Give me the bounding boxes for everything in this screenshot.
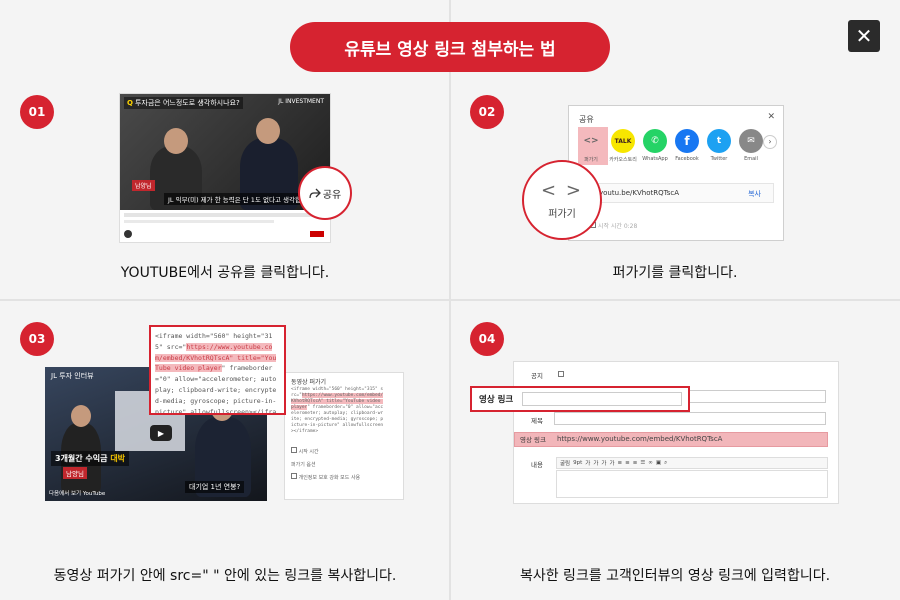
size-select[interactable]: 9pt xyxy=(573,460,582,466)
video-title-line xyxy=(124,213,324,217)
font-select[interactable]: 굴림 xyxy=(560,459,570,467)
dialog-close-icon[interactable]: ✕ xyxy=(767,112,775,122)
share-url-field[interactable]: youtu.be/KVhotRQTscA 복사 xyxy=(590,183,774,203)
share-url-text: youtu.be/KVhotRQTscA xyxy=(599,189,679,197)
step-number-1: 01 xyxy=(20,95,54,129)
interviewee-head xyxy=(164,128,188,154)
share-arrow-icon xyxy=(309,188,321,198)
whatsapp-icon: ✆ xyxy=(643,129,667,153)
step-caption-4: 복사한 링크를 고객인터뷰의 영상 링크에 입력합니다. xyxy=(519,568,831,584)
strike-icon[interactable]: 가 xyxy=(609,459,614,467)
video-meta-line xyxy=(124,220,274,223)
video-link-label: 영상 링크 xyxy=(520,436,546,444)
panel-privacy-option[interactable]: 개인정보 보호 강화 모드 사용 xyxy=(291,473,360,481)
underline-icon[interactable]: 가 xyxy=(601,459,606,467)
app-facebook[interactable]: f Facebook xyxy=(674,129,700,163)
speaker-left-head xyxy=(71,405,91,427)
email-icon: ✉ xyxy=(739,129,763,153)
share-label: 공유 xyxy=(322,189,342,201)
image-icon[interactable]: ▣ xyxy=(656,460,661,466)
content-editor[interactable] xyxy=(556,470,828,498)
share-apps-row: <> 퍼가기 TALK 카카오스토리 ✆ WhatsApp f Facebook… xyxy=(578,129,764,163)
copy-button[interactable]: 복사 xyxy=(748,189,761,199)
panel-options-title: 퍼가기 옵션 xyxy=(291,462,316,468)
content-label: 내용 xyxy=(531,461,543,469)
embed-code-panel: 동영상 퍼가기 <iframe width="560" height="315"… xyxy=(284,372,404,500)
kakaotalk-icon: TALK xyxy=(611,129,635,153)
app-twitter[interactable]: t Twitter xyxy=(706,129,732,163)
video-subtitle: 대기업 1년 연봉? xyxy=(185,481,245,493)
list-icon[interactable]: ☰ xyxy=(640,460,645,466)
app-whatsapp[interactable]: ✆ WhatsApp xyxy=(642,129,668,163)
embed-panel-title: 동영상 퍼가기 xyxy=(291,379,327,386)
interview-form: 공지 제목 https://www.youtube.com/embed/KVho… xyxy=(513,361,839,504)
horizontal-divider xyxy=(0,299,900,301)
next-apps-chevron-icon[interactable]: › xyxy=(763,135,777,149)
watch-on-youtube-label[interactable]: 다음에서 보기 YouTube xyxy=(49,489,105,497)
step-caption-1: YOUTUBE에서 공유를 클릭합니다. xyxy=(120,265,330,281)
notice-checkbox[interactable] xyxy=(558,371,564,377)
interviewer-head xyxy=(256,118,280,144)
title-label: 제목 xyxy=(531,417,543,425)
search-icon[interactable]: ⌕ xyxy=(664,460,667,467)
align-right-icon[interactable]: ≡ xyxy=(633,460,638,466)
step-number-2: 02 xyxy=(470,95,504,129)
bold-icon[interactable]: 가 xyxy=(585,459,590,467)
app-email[interactable]: ✉ Email xyxy=(738,129,764,163)
editor-toolbar: 굴림 9pt 가 가 가 가 ≡ ≡ ≡ ☰ ∞ ▣ ⌕ xyxy=(556,457,828,469)
panel-start-time: 시작 시간 xyxy=(291,447,319,455)
video-name-tag: 남양님 xyxy=(63,467,87,479)
notice-label: 공지 xyxy=(531,372,543,380)
video-link-input[interactable]: https://www.youtube.com/embed/KVhotRQTsc… xyxy=(514,432,828,447)
twitter-icon: t xyxy=(707,129,731,153)
video-name-tag: 남양님 xyxy=(132,180,155,191)
step-number-3: 03 xyxy=(20,322,54,356)
facebook-icon: f xyxy=(675,129,699,153)
page-title: 유튜브 영상 링크 첨부하는 법 xyxy=(290,22,610,72)
video-banner: 3개월간 수익금 대박 xyxy=(51,451,130,466)
link-icon[interactable]: ∞ xyxy=(648,460,653,466)
step-caption-2: 퍼가기를 클릭합니다. xyxy=(612,265,738,281)
embed-code-icon: < > xyxy=(541,180,583,201)
video-link-callout: 영상 링크 xyxy=(470,386,690,412)
app-embed[interactable]: <> 퍼가기 xyxy=(578,129,604,163)
embed-code-callout: <iframe width="560" height="315" src="ht… xyxy=(149,325,286,415)
share-dialog-title: 공유 xyxy=(579,115,594,124)
start-time-row: 시작 시간 0:28 xyxy=(590,221,637,230)
title-input[interactable] xyxy=(554,412,826,425)
step-number-4: 04 xyxy=(470,322,504,356)
video-subtitle: JL 익부(미) 제가 한 능력은 단 1도 없다고 생각합니다. xyxy=(164,193,319,205)
video-title: JL 투자 인터뷰 xyxy=(51,372,94,380)
callout-input xyxy=(522,392,682,406)
share-button-highlight[interactable]: 공유 xyxy=(298,166,352,220)
app-kakaostory[interactable]: TALK 카카오스토리 xyxy=(609,129,637,163)
embed-panel-code: <iframe width="560" height="315" src="ht… xyxy=(291,387,384,434)
align-left-icon[interactable]: ≡ xyxy=(618,460,623,466)
embed-label: 퍼가기 xyxy=(548,209,576,220)
channel-avatar xyxy=(124,230,132,238)
embed-icon: <> xyxy=(583,136,599,146)
step-caption-3: 동영상 퍼가기 안에 src=" " 안에 있는 링크를 복사합니다. xyxy=(53,568,397,584)
video-question-caption: Q 투자금은 어느정도로 생각하시나요? xyxy=(124,97,243,109)
youtube-page-screenshot: Q 투자금은 어느정도로 생각하시나요? JL INVESTMENT 남양님 JL… xyxy=(119,93,331,243)
subscribe-button[interactable] xyxy=(310,231,324,237)
embed-button-highlight[interactable]: < > 퍼가기 xyxy=(522,160,602,240)
play-icon[interactable]: ▶ xyxy=(150,425,172,441)
close-button[interactable]: ✕ xyxy=(848,20,880,52)
italic-icon[interactable]: 가 xyxy=(593,459,598,467)
video-brand-label: JL INVESTMENT xyxy=(278,98,324,105)
align-center-icon[interactable]: ≡ xyxy=(625,460,630,466)
